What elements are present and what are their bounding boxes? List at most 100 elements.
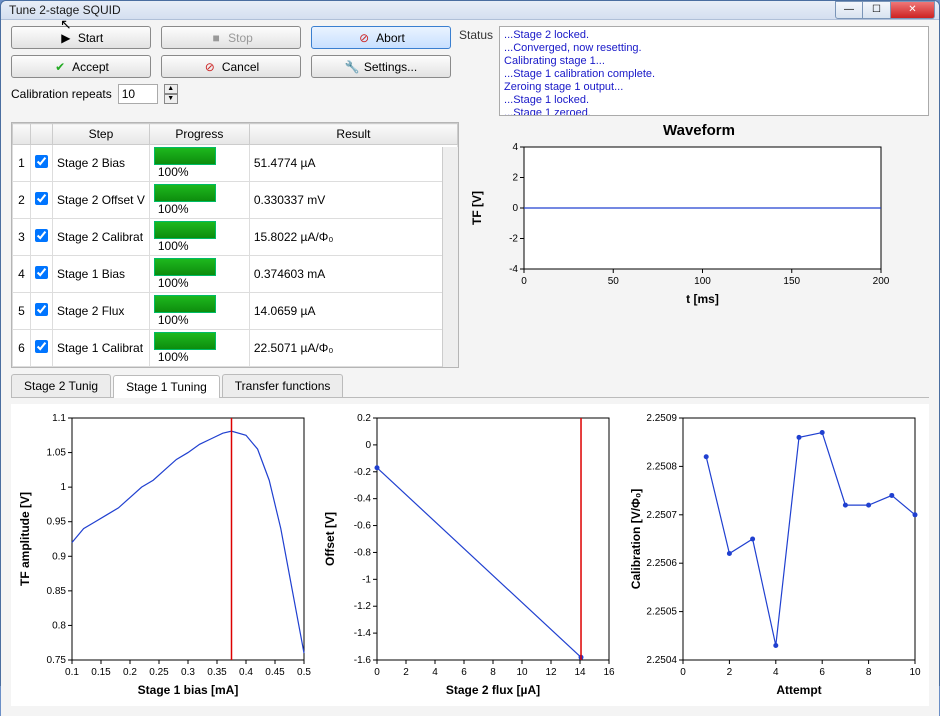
tab-stage-1-tuning[interactable]: Stage 1 Tuning <box>113 375 220 398</box>
svg-text:6: 6 <box>819 667 825 678</box>
step-name: Stage 1 Calibrat <box>53 330 150 367</box>
abort-button[interactable]: ⊘Abort <box>311 26 451 49</box>
step-result: 0.330337 mV <box>249 182 457 219</box>
status-line: ...Stage 1 zeroed. <box>504 107 924 116</box>
svg-text:0.8: 0.8 <box>52 620 66 631</box>
table-row[interactable]: 4 Stage 1 Bias 100% 0.374603 mA <box>13 256 458 293</box>
status-line: ...Converged, now resetting. <box>504 42 924 55</box>
svg-text:t [ms]: t [ms] <box>686 292 719 306</box>
svg-text:2.2508: 2.2508 <box>646 461 677 472</box>
step-checkbox[interactable] <box>35 340 48 353</box>
step-checkbox[interactable] <box>35 229 48 242</box>
col-progress: Progress <box>149 124 249 145</box>
table-row[interactable]: 5 Stage 2 Flux 100% 14.0659 µA <box>13 293 458 330</box>
table-row[interactable]: 2 Stage 2 Offset V 100% 0.330337 mV <box>13 182 458 219</box>
stop-icon: ■ <box>209 31 223 45</box>
check-icon: ✔ <box>53 60 67 74</box>
minimize-button[interactable]: — <box>835 1 863 19</box>
svg-text:1.1: 1.1 <box>52 413 66 424</box>
calib-chart: 02468102.25042.25052.25062.25072.25082.2… <box>628 410 923 700</box>
step-checkbox[interactable] <box>35 192 48 205</box>
accept-button[interactable]: ✔Accept <box>11 55 151 78</box>
waveform-title: Waveform <box>469 122 929 139</box>
close-button[interactable]: ✕ <box>891 1 935 19</box>
step-name: Stage 1 Bias <box>53 256 150 293</box>
step-name: Stage 2 Flux <box>53 293 150 330</box>
svg-text:Attempt: Attempt <box>776 683 821 697</box>
cal-repeats-input[interactable] <box>118 84 158 104</box>
svg-text:2.2504: 2.2504 <box>646 655 677 666</box>
col-num <box>13 124 31 145</box>
step-checkbox[interactable] <box>35 266 48 279</box>
svg-text:16: 16 <box>604 667 616 678</box>
progress-bar <box>154 221 216 239</box>
svg-text:8: 8 <box>491 667 497 678</box>
svg-text:2: 2 <box>404 667 410 678</box>
cal-repeats-spinner[interactable]: ▲▼ <box>164 84 178 104</box>
status-log[interactable]: ...Stage 2 locked....Converged, now rese… <box>499 26 929 116</box>
svg-text:0: 0 <box>680 667 686 678</box>
tab-stage-2-tunig[interactable]: Stage 2 Tunig <box>11 374 111 397</box>
svg-text:0: 0 <box>366 440 372 451</box>
spin-down-button[interactable]: ▼ <box>164 94 178 104</box>
wrench-icon: 🔧 <box>345 60 359 74</box>
progress-pct: 100% <box>158 239 189 253</box>
step-result: 51.4774 µA <box>249 145 457 182</box>
svg-text:2.2505: 2.2505 <box>646 607 677 618</box>
svg-text:6: 6 <box>462 667 468 678</box>
progress-pct: 100% <box>158 202 189 216</box>
svg-text:0: 0 <box>512 203 518 214</box>
svg-text:0.25: 0.25 <box>149 667 169 678</box>
step-name: Stage 2 Calibrat <box>53 219 150 256</box>
svg-text:2: 2 <box>512 173 518 184</box>
stop-button[interactable]: ■Stop <box>161 26 301 49</box>
progress-pct: 100% <box>158 313 189 327</box>
svg-text:2.2509: 2.2509 <box>646 413 677 424</box>
step-name: Stage 2 Offset V <box>53 182 150 219</box>
tab-transfer-functions[interactable]: Transfer functions <box>222 374 344 397</box>
settings-button[interactable]: 🔧Settings... <box>311 55 451 78</box>
svg-text:Offset [V]: Offset [V] <box>323 512 337 566</box>
svg-text:0: 0 <box>521 276 527 287</box>
spin-up-button[interactable]: ▲ <box>164 84 178 94</box>
svg-text:-1: -1 <box>362 574 371 585</box>
maximize-button[interactable]: ☐ <box>863 1 891 19</box>
status-line: ...Stage 2 locked. <box>504 29 924 42</box>
abort-icon: ⊘ <box>357 31 371 45</box>
start-button[interactable]: ▶Start <box>11 26 151 49</box>
svg-text:8: 8 <box>865 667 871 678</box>
svg-text:-4: -4 <box>509 264 518 275</box>
table-row[interactable]: 6 Stage 1 Calibrat 100% 22.5071 µA/Φ₀ <box>13 330 458 367</box>
svg-text:-0.2: -0.2 <box>354 467 372 478</box>
svg-text:2: 2 <box>726 667 732 678</box>
svg-text:0.9: 0.9 <box>52 551 66 562</box>
progress-bar <box>154 147 216 165</box>
steps-table: Step Progress Result 1 Stage 2 Bias 100%… <box>11 122 459 368</box>
play-icon: ▶ <box>59 31 73 45</box>
step-result: 22.5071 µA/Φ₀ <box>249 330 457 367</box>
waveform-chart: 050100150200-4-2024t [ms]TF [V] <box>469 139 929 309</box>
svg-text:2.2506: 2.2506 <box>646 558 677 569</box>
svg-text:14: 14 <box>575 667 587 678</box>
step-checkbox[interactable] <box>35 303 48 316</box>
svg-text:0.1: 0.1 <box>65 667 79 678</box>
svg-text:150: 150 <box>783 276 800 287</box>
table-row[interactable]: 1 Stage 2 Bias 100% 51.4774 µA <box>13 145 458 182</box>
step-result: 14.0659 µA <box>249 293 457 330</box>
step-checkbox[interactable] <box>35 155 48 168</box>
svg-text:0.95: 0.95 <box>47 517 67 528</box>
svg-text:100: 100 <box>694 276 711 287</box>
svg-text:-0.8: -0.8 <box>354 547 372 558</box>
progress-bar <box>154 295 216 313</box>
progress-pct: 100% <box>158 276 189 290</box>
cancel-button[interactable]: ⊘Cancel <box>161 55 301 78</box>
table-row[interactable]: 3 Stage 2 Calibrat 100% 15.8022 µA/Φ₀ <box>13 219 458 256</box>
svg-text:0.85: 0.85 <box>47 586 67 597</box>
titlebar: Tune 2-stage SQUID ↖ — ☐ ✕ <box>1 1 939 20</box>
svg-text:-0.4: -0.4 <box>354 494 372 505</box>
svg-text:TF [V]: TF [V] <box>470 191 484 225</box>
svg-text:-1.4: -1.4 <box>354 628 372 639</box>
window-title: Tune 2-stage SQUID <box>9 3 835 17</box>
svg-text:4: 4 <box>773 667 779 678</box>
table-scrollbar[interactable] <box>442 147 458 367</box>
